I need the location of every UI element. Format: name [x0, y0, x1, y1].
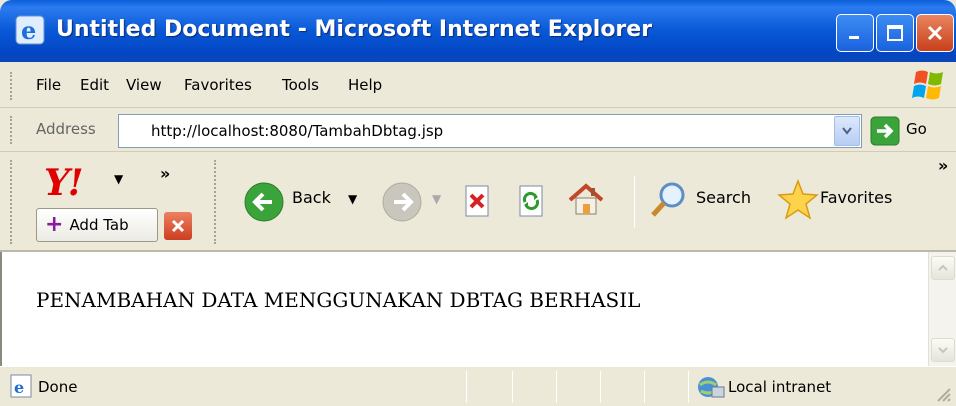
address-bar: Address http://localhost:8080/TambahDbta… — [0, 108, 956, 152]
vertical-scrollbar[interactable] — [928, 252, 956, 366]
toolbar-chevron[interactable]: » — [938, 156, 948, 175]
title-bar: e Untitled Document - Microsoft Internet… — [0, 0, 956, 62]
status-divider — [600, 371, 601, 403]
page-content: PENAMBAHAN DATA MENGGUNAKAN DBTAG BERHAS… — [0, 252, 956, 366]
menu-view[interactable]: View — [126, 76, 162, 94]
status-divider — [556, 371, 557, 403]
status-divider — [688, 371, 689, 403]
close-icon — [927, 25, 943, 41]
favorites-button[interactable]: Favorites — [820, 188, 892, 207]
status-divider — [466, 371, 467, 403]
favorites-star-icon[interactable] — [776, 178, 820, 222]
back-button[interactable]: Back — [292, 188, 331, 207]
chevron-down-icon — [938, 347, 948, 354]
back-arrow-icon[interactable] — [244, 182, 284, 222]
url-field[interactable]: http://localhost:8080/TambahDbtag.jsp — [118, 114, 862, 148]
toolbar-grip[interactable] — [10, 72, 13, 100]
menu-edit[interactable]: Edit — [80, 76, 109, 94]
toolbar-separator — [634, 176, 635, 228]
status-bar: e Done Local intranet — [0, 366, 956, 406]
window-title: Untitled Document - Microsoft Internet E… — [56, 17, 653, 42]
status-divider — [644, 371, 645, 403]
minimize-icon — [849, 36, 859, 39]
home-icon[interactable] — [566, 180, 606, 220]
search-button[interactable]: Search — [696, 188, 751, 207]
svg-text:e: e — [21, 16, 36, 45]
go-button[interactable]: Go — [906, 120, 927, 138]
security-zone-label: Local intranet — [728, 378, 832, 396]
minimize-button[interactable] — [836, 14, 874, 52]
resize-grip-icon[interactable] — [930, 381, 952, 403]
windows-logo-icon — [912, 70, 943, 100]
plus-icon: + — [45, 212, 64, 237]
toolbar-grip[interactable] — [10, 116, 13, 144]
address-dropdown-button[interactable] — [834, 116, 860, 146]
menu-bar: File Edit View Favorites Tools Help — [0, 62, 956, 108]
maximize-button[interactable] — [876, 14, 914, 52]
menu-help[interactable]: Help — [348, 76, 382, 94]
chevron-down-icon — [842, 127, 852, 135]
scroll-up-button[interactable] — [931, 256, 955, 280]
forward-dropdown-icon: ▼ — [432, 192, 442, 206]
menu-file[interactable]: File — [36, 76, 61, 94]
add-tab-button[interactable]: + Add Tab — [36, 208, 158, 242]
chevron-up-icon — [938, 264, 948, 271]
svg-text:e: e — [14, 378, 24, 397]
stop-icon[interactable] — [460, 184, 494, 218]
yahoo-logo[interactable]: Y! — [44, 162, 83, 204]
menu-tools[interactable]: Tools — [282, 76, 319, 94]
search-icon[interactable] — [648, 180, 688, 220]
toolbar-chevron[interactable]: » — [160, 164, 170, 183]
close-button[interactable] — [916, 14, 954, 52]
refresh-icon[interactable] — [514, 184, 548, 218]
forward-arrow-icon[interactable] — [382, 182, 422, 222]
ie-icon: e — [15, 15, 45, 45]
toolbar-grip[interactable] — [10, 160, 13, 244]
yahoo-dropdown-icon[interactable]: ▼ — [114, 172, 123, 186]
status-text: Done — [38, 378, 78, 396]
close-tab-button[interactable] — [164, 212, 192, 240]
local-intranet-icon — [698, 377, 725, 398]
menu-favorites[interactable]: Favorites — [184, 76, 252, 94]
page-message: PENAMBAHAN DATA MENGGUNAKAN DBTAG BERHAS… — [36, 288, 641, 312]
ie-page-icon: e — [10, 374, 32, 398]
scroll-down-button[interactable] — [931, 338, 955, 362]
maximize-icon — [887, 25, 903, 41]
address-label: Address — [36, 120, 96, 138]
add-tab-label: Add Tab — [69, 216, 129, 234]
toolbar: Y! ▼ » + Add Tab Back ▼ ▼ Search Favorit… — [0, 152, 956, 252]
go-arrow-icon[interactable] — [870, 116, 900, 146]
toolbar-grip[interactable] — [214, 160, 217, 244]
status-divider — [512, 371, 513, 403]
close-icon — [171, 219, 185, 233]
back-dropdown-icon[interactable]: ▼ — [348, 192, 357, 206]
